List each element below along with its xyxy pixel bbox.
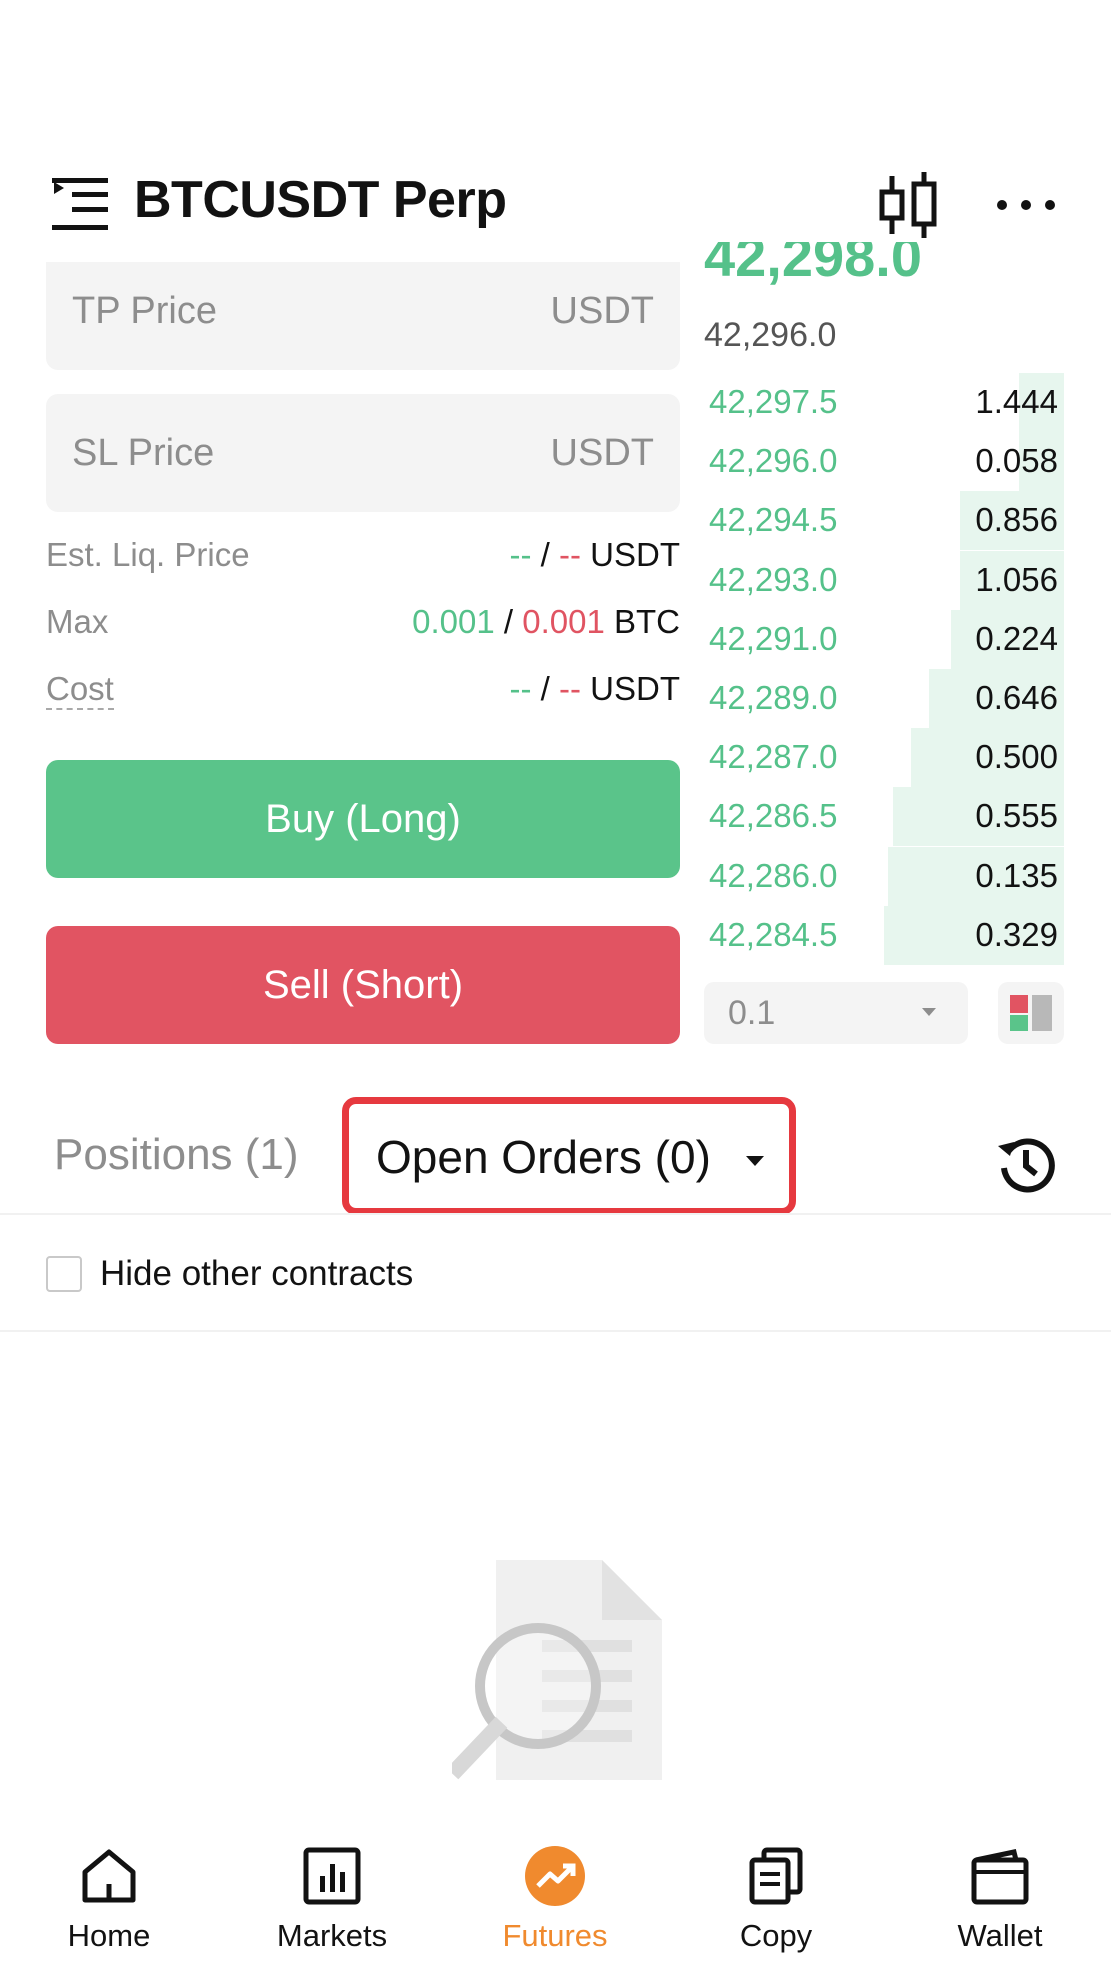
separator: /	[540, 670, 550, 707]
cost-label[interactable]: Cost	[46, 670, 114, 710]
bid-price: 42,289.0	[709, 679, 838, 716]
empty-orders-icon	[446, 1560, 668, 1780]
highlight-box	[342, 1097, 796, 1215]
bid-quantity: 0.329	[975, 915, 1058, 953]
orderbook-row[interactable]: 42,296.0 0.058	[704, 432, 1064, 492]
wallet-icon	[970, 1846, 1030, 1906]
nav-label: Futures	[502, 1918, 608, 1953]
est-liq-short: --	[559, 536, 581, 573]
cost-long: --	[509, 670, 532, 707]
bid-price: 42,286.0	[709, 856, 838, 894]
bid-quantity: 0.224	[975, 619, 1058, 657]
sl-placeholder: SL Price	[72, 432, 215, 474]
cost-unit: USDT	[590, 670, 680, 707]
caret-down-icon	[922, 1008, 936, 1016]
orderbook-row[interactable]: 42,293.0 1.056	[704, 550, 1064, 610]
more-dots-icon[interactable]	[996, 198, 1056, 212]
tp-unit: USDT	[550, 290, 654, 332]
divider	[0, 1330, 1111, 1332]
last-price: 42,298.0	[704, 242, 984, 296]
tab-positions[interactable]: Positions (1)	[54, 1130, 299, 1180]
history-icon[interactable]	[996, 1134, 1056, 1194]
buy-long-button[interactable]: Buy (Long)	[46, 760, 680, 878]
cost-short: --	[559, 670, 581, 707]
bid-quantity: 1.444	[975, 383, 1058, 420]
orderbook-row[interactable]: 42,289.0 0.646	[704, 669, 1064, 728]
orderbook-row[interactable]: 42,291.0 0.224	[704, 609, 1064, 669]
markets-icon	[302, 1846, 362, 1906]
home-icon	[79, 1846, 139, 1906]
max-value: 0.001 / 0.001 BTC	[412, 603, 680, 641]
max-label: Max	[46, 603, 109, 640]
cost-value: -- / -- USDT	[510, 670, 681, 708]
est-liq-long: --	[509, 536, 532, 573]
bottom-nav: Home Markets Futures Copy Wallet	[0, 1838, 1111, 1966]
candlestick-icon[interactable]	[878, 172, 940, 238]
bid-quantity: 0.646	[975, 679, 1058, 716]
max-unit: BTC	[614, 603, 680, 640]
bid-price: 42,287.0	[709, 738, 838, 776]
max-short: 0.001	[522, 603, 605, 640]
hide-other-contracts-checkbox[interactable]	[46, 1256, 82, 1292]
separator: /	[503, 603, 514, 640]
nav-label: Copy	[739, 1918, 813, 1953]
nav-futures[interactable]: Futures	[465, 1838, 645, 1966]
nav-home[interactable]: Home	[19, 1838, 199, 1966]
bid-price: 42,296.0	[709, 442, 838, 480]
est-liq-label: Est. Liq. Price	[46, 536, 250, 573]
bid-quantity: 0.135	[975, 856, 1058, 894]
tp-placeholder: TP Price	[72, 290, 218, 332]
orderbook-row[interactable]: 42,297.5 1.444	[704, 373, 1064, 432]
bid-quantity: 0.856	[975, 501, 1058, 539]
separator: /	[540, 536, 550, 573]
sell-short-button[interactable]: Sell (Short)	[46, 926, 680, 1044]
bid-price: 42,284.5	[709, 915, 838, 953]
bid-quantity: 0.500	[975, 738, 1058, 776]
price-step-value: 0.1	[728, 994, 776, 1032]
bid-quantity: 1.056	[975, 560, 1058, 598]
nav-label: Home	[67, 1918, 151, 1953]
max-long: 0.001	[412, 603, 495, 640]
est-liq-unit: USDT	[590, 536, 680, 573]
nav-wallet[interactable]: Wallet	[910, 1838, 1090, 1966]
last-price-value: 42,298.0	[704, 242, 922, 288]
contract-title[interactable]: BTCUSDT Perp	[134, 170, 507, 230]
tp-price-input[interactable]: TP Price USDT	[46, 262, 680, 370]
divider	[0, 1213, 1111, 1215]
sl-unit: USDT	[550, 432, 654, 474]
bid-quantity: 0.555	[975, 797, 1058, 835]
orderbook-row[interactable]: 42,286.5 0.555	[704, 787, 1064, 847]
list-menu-icon[interactable]	[52, 178, 110, 232]
orderbook-row[interactable]: 42,286.0 0.135	[704, 846, 1064, 906]
nav-label: Wallet	[957, 1918, 1043, 1953]
cost-row: Cost -- / -- USDT	[46, 666, 680, 716]
orderbook-row[interactable]: 42,294.5 0.856	[704, 491, 1064, 551]
est-liq-value: -- / -- USDT	[510, 536, 681, 574]
bid-price: 42,297.5	[709, 383, 838, 420]
nav-label: Markets	[276, 1918, 388, 1953]
max-row: Max 0.001 / 0.001 BTC	[46, 599, 680, 649]
sl-price-input[interactable]: SL Price USDT	[46, 394, 680, 512]
mark-price: 42,296.0	[704, 316, 837, 354]
bid-price: 42,286.5	[709, 797, 838, 835]
bid-quantity: 0.058	[975, 442, 1058, 480]
orderbook-layout-icon[interactable]	[998, 982, 1064, 1044]
bid-price: 42,291.0	[709, 619, 838, 657]
copy-icon	[746, 1846, 806, 1906]
price-step-select[interactable]: 0.1	[704, 982, 968, 1044]
orderbook-row[interactable]: 42,287.0 0.500	[704, 728, 1064, 788]
est-liq-price-row: Est. Liq. Price -- / -- USDT	[46, 532, 680, 582]
bid-price: 42,293.0	[709, 560, 838, 598]
orderbook-row[interactable]: 42,284.5 0.329	[704, 905, 1064, 965]
hide-other-contracts-label[interactable]: Hide other contracts	[100, 1254, 413, 1294]
bid-price: 42,294.5	[709, 501, 838, 539]
nav-copy[interactable]: Copy	[686, 1838, 866, 1966]
futures-icon	[525, 1846, 585, 1906]
nav-markets[interactable]: Markets	[242, 1838, 422, 1966]
